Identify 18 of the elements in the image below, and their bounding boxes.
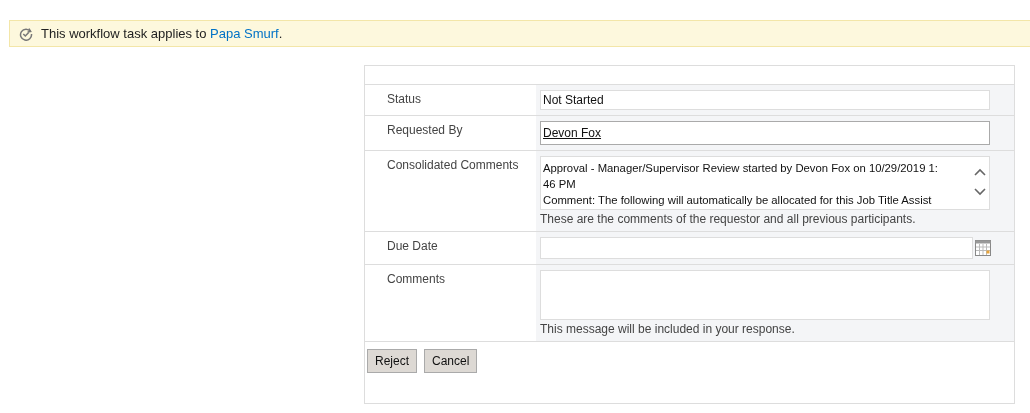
- comments-history-field[interactable]: Approval - Manager/Supervisor Review started by Devon Fox on 10/29/2019 1: 46 PM Comment: The following will automatically be allocated for this Job Title Assist: [540, 156, 990, 210]
- check-circle-icon: [19, 26, 33, 41]
- banner-text: This workflow task applies to Papa Smurf.: [41, 26, 283, 41]
- field-hint: These are the comments of the requestor and all previous participants.: [540, 212, 917, 226]
- field-label: Consolidated Comments: [387, 158, 519, 172]
- person-link[interactable]: Papa Smurf: [210, 26, 279, 41]
- field-hint: This message will be included in your response.: [540, 322, 796, 336]
- calendar-icon[interactable]: [975, 240, 991, 256]
- scrollbar-arrows-icon[interactable]: [973, 166, 987, 198]
- field-label: Requested By: [387, 123, 463, 137]
- action-button[interactable]: Cancel: [424, 349, 478, 373]
- status-field[interactable]: Not Started: [540, 90, 990, 110]
- date-input[interactable]: [540, 237, 973, 259]
- people-picker-field[interactable]: Devon Fox: [540, 121, 990, 145]
- field-label: Comments: [387, 272, 445, 286]
- field-label: Status: [387, 92, 422, 106]
- field-label: Due Date: [387, 239, 438, 253]
- action-button[interactable]: Reject: [367, 349, 417, 373]
